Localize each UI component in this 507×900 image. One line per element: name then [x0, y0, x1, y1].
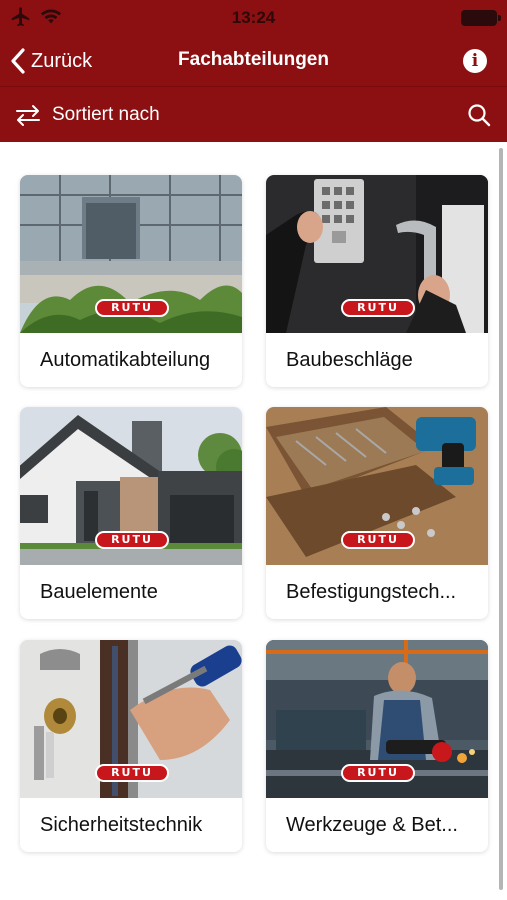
swap-arrows-icon — [16, 105, 40, 126]
department-tile-bauelemente[interactable]: RUTU Bauelemente — [20, 407, 242, 619]
department-label: Automatikabteilung — [40, 349, 211, 371]
brand-logo: RUTU — [341, 531, 415, 549]
sort-button[interactable]: Sortiert nach — [14, 101, 160, 129]
department-tile-befestigungstechnik[interactable]: RUTU Befestigungstech... — [266, 407, 488, 619]
info-icon[interactable]: i — [463, 49, 487, 73]
status-time: 13:24 — [231, 8, 276, 27]
department-label: Bauelemente — [40, 581, 158, 603]
search-icon[interactable] — [467, 103, 491, 127]
department-tile-sicherheitstechnik[interactable]: RUTU Sicherheitstechnik — [20, 640, 242, 852]
department-label: Werkzeuge & Bet... — [286, 814, 458, 836]
navigation-bar: Zurück Fachabteilungen i — [0, 36, 507, 86]
brand-logo: RUTU — [341, 299, 415, 317]
page-title: Fachabteilungen — [178, 49, 329, 70]
department-label: Baubeschläge — [286, 349, 413, 371]
sort-label: Sortiert nach — [52, 104, 160, 125]
department-label: Sicherheitstechnik — [40, 814, 203, 836]
department-label: Befestigungstech... — [286, 581, 457, 603]
status-bar: 13:24 — [0, 0, 507, 36]
department-tile-baubeschlaege[interactable]: RUTU Baubeschläge — [266, 175, 488, 387]
department-tile-werkzeuge[interactable]: RUTU Werkzeuge & Bet... — [266, 640, 488, 852]
brand-logo: RUTU — [95, 764, 169, 782]
scrollbar[interactable] — [499, 148, 503, 890]
brand-logo: RUTU — [95, 299, 169, 317]
brand-logo: RUTU — [95, 531, 169, 549]
department-tile-automatik[interactable]: RUTU Automatikabteilung — [20, 175, 242, 387]
battery-icon — [461, 10, 501, 26]
sort-bar: Sortiert nach — [0, 86, 507, 142]
brand-logo: RUTU — [341, 764, 415, 782]
